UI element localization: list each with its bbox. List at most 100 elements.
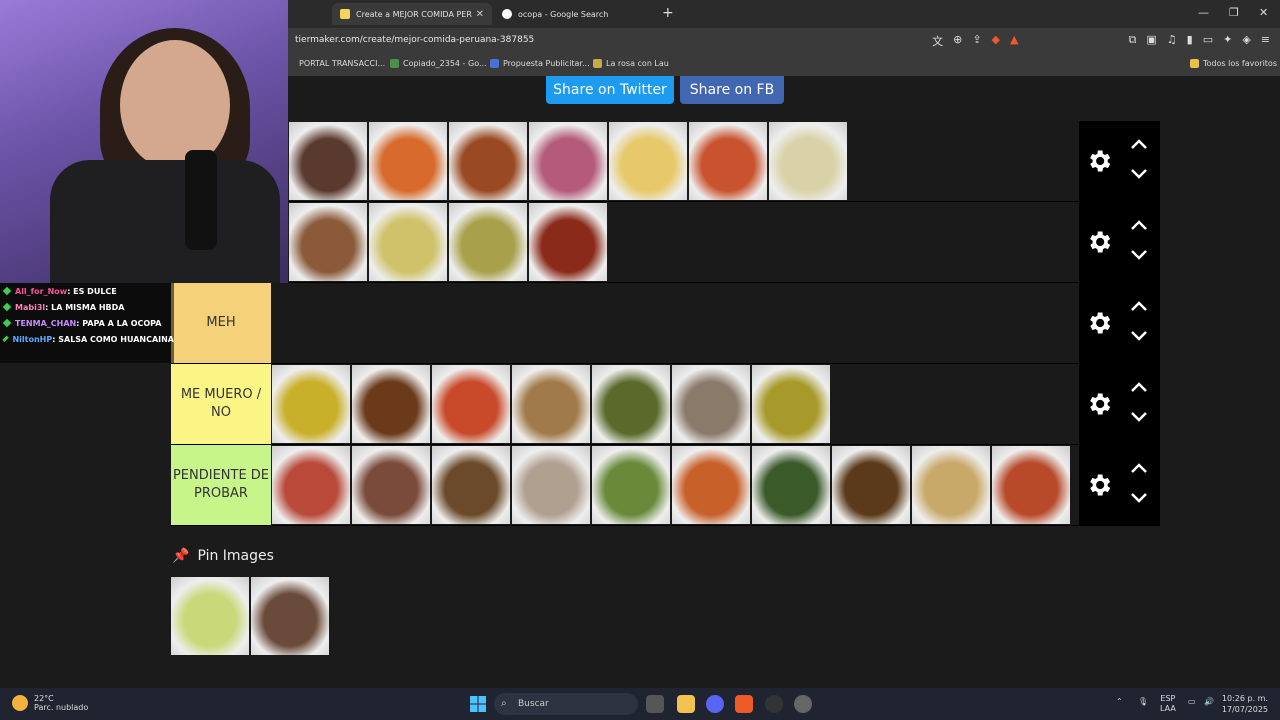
bookmark-item[interactable]: La rosa con Lau [593, 59, 669, 68]
food-image[interactable] [511, 364, 591, 444]
food-image[interactable] [528, 202, 608, 282]
food-image[interactable] [511, 445, 591, 525]
share-facebook-button[interactable]: Share on FB [680, 76, 784, 104]
sidebar-icon[interactable]: ▮ [1187, 33, 1193, 49]
pinned-food-image[interactable] [170, 576, 250, 656]
food-image[interactable] [608, 121, 688, 201]
close-window-icon[interactable]: ✕ [1259, 6, 1268, 19]
weather-widget[interactable]: 22°C Parc. nublado [12, 694, 88, 712]
share-icon[interactable]: ⇪ [972, 33, 981, 49]
gear-icon[interactable] [1085, 228, 1113, 256]
music-icon[interactable]: ♫ [1167, 33, 1177, 49]
discord-icon[interactable] [706, 695, 724, 713]
badge-icon [2, 318, 12, 328]
food-image[interactable] [528, 121, 608, 201]
food-image[interactable] [911, 445, 991, 525]
tab-google-search[interactable]: ocopa - Google Search [494, 3, 654, 25]
close-tab-icon[interactable]: ✕ [476, 9, 484, 20]
windows-start-icon[interactable] [470, 696, 486, 712]
food-image[interactable] [351, 364, 431, 444]
brave-rewards-icon[interactable]: ▲ [1010, 33, 1018, 49]
volume-icon[interactable]: 🔊 [1204, 697, 1214, 707]
bookmark-item[interactable]: Copiado_2354 - Go... [390, 59, 487, 68]
app-icon[interactable] [794, 695, 812, 713]
minimize-icon[interactable]: — [1198, 6, 1209, 19]
food-image[interactable] [368, 202, 448, 282]
menu-icon[interactable]: ≡ [1261, 33, 1270, 49]
microphone-icon[interactable]: 🎙 [1138, 697, 1148, 707]
food-image[interactable] [288, 121, 368, 201]
gear-icon[interactable] [1085, 147, 1113, 175]
maximize-icon[interactable]: ❐ [1229, 6, 1239, 19]
display-icon[interactable]: ▭ [1188, 697, 1196, 707]
tier-label[interactable]: PENDIENTE DE PROBAR [171, 445, 271, 525]
gear-icon[interactable] [1085, 390, 1113, 418]
chevron-up-icon[interactable] [1129, 218, 1149, 232]
extensions-icon[interactable]: ⧉ [1128, 33, 1136, 49]
leo-icon[interactable]: ✦ [1223, 33, 1232, 49]
new-tab-plus-icon[interactable]: + [662, 5, 674, 21]
chat-text: : LA MISMA HBDA [45, 302, 125, 312]
tier-items [288, 202, 608, 282]
file-explorer-icon[interactable] [677, 695, 695, 713]
tab-tiermaker[interactable]: Create a MEJOR COMIDA PERUANA ✕ [332, 3, 492, 25]
tier-label[interactable]: ME MUERO / NO [171, 364, 271, 444]
screenshot-icon[interactable]: ▣ [1146, 33, 1156, 49]
food-image[interactable] [591, 364, 671, 444]
food-image[interactable] [271, 445, 351, 525]
task-view-icon[interactable] [646, 695, 664, 713]
chat-message: All_for_Now: ES DULCE [0, 283, 174, 299]
chevron-down-icon[interactable] [1129, 248, 1149, 262]
tier-row: MEH [171, 283, 1160, 364]
translate-icon[interactable]: 文 [932, 33, 943, 49]
zoom-icon[interactable]: ⊕ [953, 33, 962, 49]
food-image[interactable] [751, 364, 831, 444]
food-image[interactable] [368, 121, 448, 201]
taskbar-clock[interactable]: 10:26 p. m. 17/07/2025 [1222, 693, 1268, 715]
bookmark-item[interactable]: Propuesta Publicitar... [490, 59, 590, 68]
google-favicon-icon [502, 9, 512, 19]
food-image[interactable] [751, 445, 831, 525]
chevron-up-icon[interactable] [1129, 461, 1149, 475]
food-image[interactable] [991, 445, 1071, 525]
bookmark-item[interactable]: PORTAL TRANSACCI... [299, 59, 385, 68]
food-image[interactable] [271, 364, 351, 444]
food-image[interactable] [671, 364, 751, 444]
taskbar-search[interactable]: ⌕ Buscar [494, 693, 638, 715]
chat-text: : ES DULCE [67, 286, 117, 296]
vpn-icon[interactable]: ◈ [1242, 33, 1250, 49]
food-image[interactable] [431, 364, 511, 444]
chat-username: TENMA_CHAN [15, 318, 77, 328]
food-image[interactable] [671, 445, 751, 525]
chevron-up-icon[interactable] [1129, 137, 1149, 151]
gear-icon[interactable] [1085, 471, 1113, 499]
tier-label[interactable]: MEH [171, 283, 271, 363]
brave-shield-icon[interactable]: ◆ [992, 33, 1000, 49]
food-image[interactable] [688, 121, 768, 201]
chevron-down-icon[interactable] [1129, 410, 1149, 424]
brave-browser-icon[interactable] [735, 695, 753, 713]
food-image[interactable] [351, 445, 431, 525]
food-image[interactable] [768, 121, 848, 201]
chevron-down-icon[interactable] [1129, 491, 1149, 505]
chevron-down-icon[interactable] [1129, 167, 1149, 181]
chevron-up-icon[interactable] [1129, 380, 1149, 394]
obs-icon[interactable] [765, 695, 783, 713]
all-bookmarks[interactable]: Todos los favoritos [1190, 59, 1277, 68]
food-image[interactable] [288, 202, 368, 282]
food-image[interactable] [448, 121, 528, 201]
language-indicator[interactable]: ESP LAA [1160, 694, 1176, 715]
gear-icon[interactable] [1085, 309, 1113, 337]
food-image[interactable] [431, 445, 511, 525]
share-twitter-button[interactable]: Share on Twitter [546, 76, 674, 104]
food-image[interactable] [591, 445, 671, 525]
wallet-icon[interactable]: ▭ [1203, 33, 1213, 49]
tray-chevron-icon[interactable]: ⌃ [1116, 697, 1123, 707]
url-field[interactable]: tiermaker.com/create/mejor-comida-peruan… [295, 35, 534, 45]
food-image[interactable] [448, 202, 528, 282]
tiermaker-favicon-icon [340, 9, 350, 19]
pinned-food-image[interactable] [250, 576, 330, 656]
food-image[interactable] [831, 445, 911, 525]
chevron-down-icon[interactable] [1129, 329, 1149, 343]
chevron-up-icon[interactable] [1129, 299, 1149, 313]
